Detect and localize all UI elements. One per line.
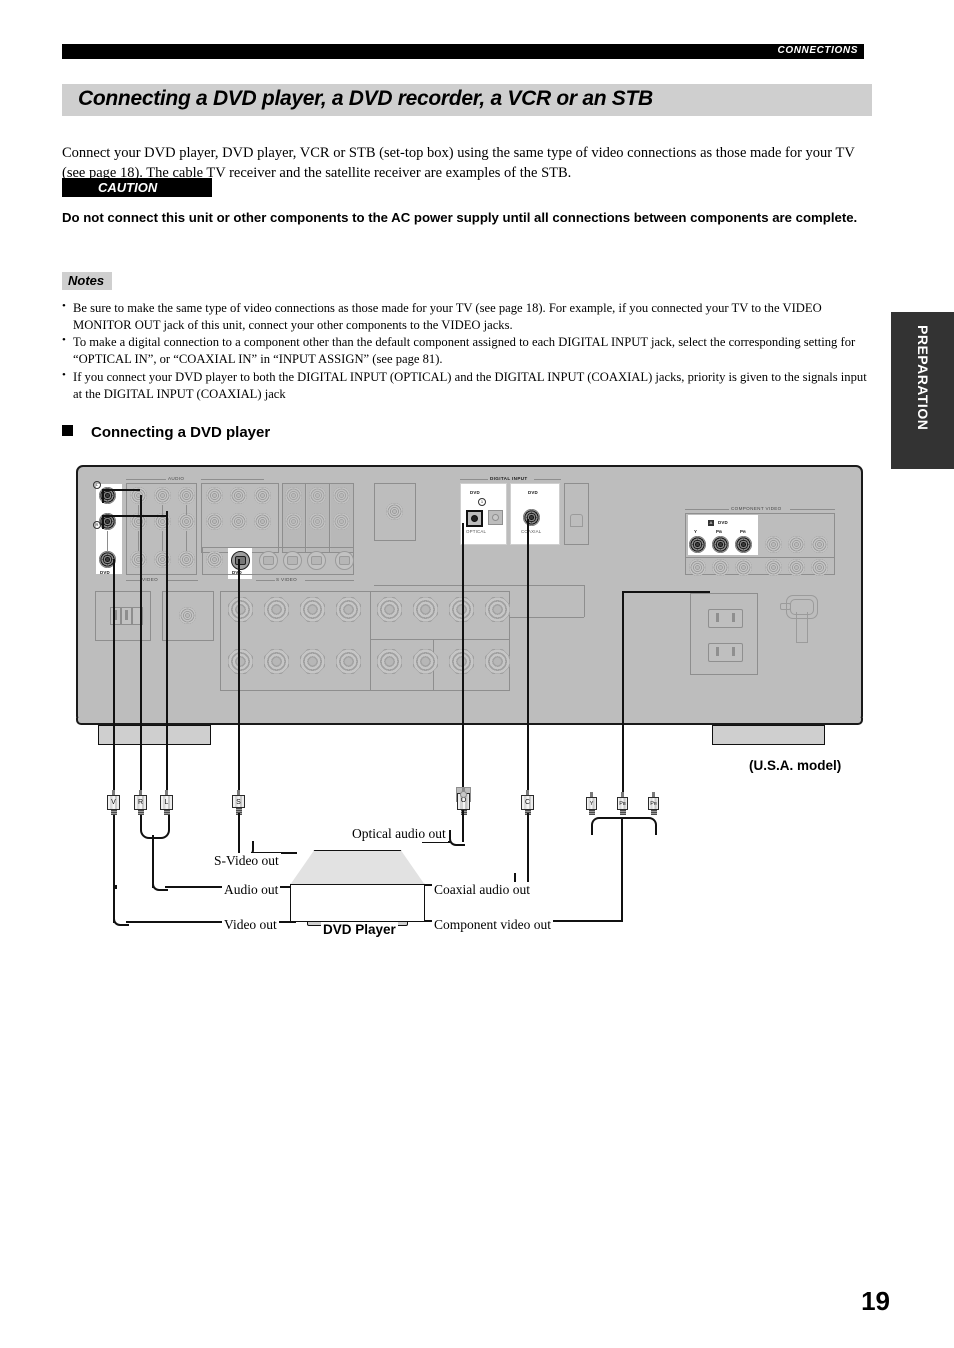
jack-component-pb xyxy=(712,536,729,553)
label-s-video: S VIDEO xyxy=(276,577,298,582)
label-video-out: Video out xyxy=(222,917,279,933)
label-component-video: COMPONENT VIDEO xyxy=(731,506,782,511)
panel-foot-right xyxy=(712,725,825,745)
label-optical-audio-out: Optical audio out xyxy=(350,826,448,842)
label-s-video-out: S-Video out xyxy=(212,853,281,869)
caution-tag: CAUTION xyxy=(62,178,212,197)
label-digital-optical: OPTICAL xyxy=(466,529,487,534)
label-digital-coaxial-dvd: DVD xyxy=(528,490,538,495)
jack-digital-optical-2 xyxy=(488,510,503,525)
label-component-y: Y xyxy=(694,529,698,534)
jack-digital-coaxial-dvd xyxy=(523,509,540,526)
dvd-player-top xyxy=(290,850,425,885)
cable-coaxial xyxy=(527,519,530,796)
receiver-rear-panel: AUDIO L R DVD DVD VIDEO S VIDEO DIGITAL … xyxy=(76,465,863,723)
note-item: If you connect your DVD player to both t… xyxy=(62,367,867,403)
jack-digital-optical-dvd xyxy=(466,510,483,527)
cable-audio-left xyxy=(166,511,169,796)
subsection-heading-label: Connecting a DVD player xyxy=(91,424,271,441)
label-digital-coaxial: COAXIAL xyxy=(521,529,542,534)
label-audio-left: L xyxy=(93,481,101,489)
label-video: VIDEO xyxy=(142,577,159,582)
label-digital-input: DIGITAL INPUT xyxy=(490,476,528,481)
cable-video xyxy=(113,559,116,796)
label-component-a: A xyxy=(708,520,714,526)
model-note: (U.S.A. model) xyxy=(749,758,842,773)
label-component-video-out: Component video out xyxy=(432,917,553,933)
ac-outlet-1 xyxy=(708,609,743,628)
label-video-dvd: DVD xyxy=(100,570,110,575)
label-audio-right: R xyxy=(93,521,101,529)
dvd-player-front xyxy=(290,884,425,922)
page-title: Connecting a DVD player, a DVD recorder,… xyxy=(78,87,653,110)
ac-outlet-2 xyxy=(708,643,743,662)
plug-optical: O xyxy=(456,787,471,815)
label-digital-optical-number: 1 xyxy=(478,498,486,506)
notes-tag: Notes xyxy=(62,272,113,290)
notes-block: Be sure to make the same type of video c… xyxy=(62,299,867,403)
label-component-dvd: DVD xyxy=(718,520,728,525)
label-digital-optical-dvd: DVD xyxy=(470,490,480,495)
cable-component-run xyxy=(622,591,710,594)
cable-optical xyxy=(462,523,465,796)
running-header-bar: CONNECTIONS xyxy=(62,44,864,59)
jack-component-pr xyxy=(735,536,752,553)
label-component-pb: Pʙ xyxy=(716,529,723,534)
dvd-player-label: DVD Player xyxy=(321,922,398,937)
jack-component-y xyxy=(689,536,706,553)
cable-svideo xyxy=(238,559,241,796)
running-header-label: CONNECTIONS xyxy=(777,45,858,56)
caution-tag-label: CAUTION xyxy=(98,180,158,195)
caution-text: Do not connect this unit or other compon… xyxy=(62,210,858,225)
connection-diagram: AUDIO L R DVD DVD VIDEO S VIDEO DIGITAL … xyxy=(62,455,872,955)
jack-svideo-dvd xyxy=(231,551,250,570)
label-coaxial-audio-out: Coaxial audio out xyxy=(432,882,532,898)
label-audio: AUDIO xyxy=(168,476,185,481)
section-tab-label: PREPARATION xyxy=(915,325,931,431)
label-audio-out: Audio out xyxy=(222,882,281,898)
subsection-heading: Connecting a DVD player xyxy=(62,424,270,441)
page-number: 19 xyxy=(861,1286,890,1316)
page-title-band: Connecting a DVD player, a DVD recorder,… xyxy=(62,84,872,116)
label-component-pr: Pʀ xyxy=(740,529,746,534)
cable-audio-right xyxy=(140,495,143,796)
note-item: Be sure to make the same type of video c… xyxy=(62,299,867,334)
page: CONNECTIONS Connecting a DVD player, a D… xyxy=(0,0,954,1348)
note-item: To make a digital connection to a compon… xyxy=(62,333,867,368)
cable-component xyxy=(622,591,625,796)
bullet-square-icon xyxy=(62,425,73,436)
section-tab-preparation: PREPARATION xyxy=(891,312,954,469)
label-svideo-dvd: DVD xyxy=(232,570,242,575)
notes-list: Be sure to make the same type of video c… xyxy=(62,299,867,403)
